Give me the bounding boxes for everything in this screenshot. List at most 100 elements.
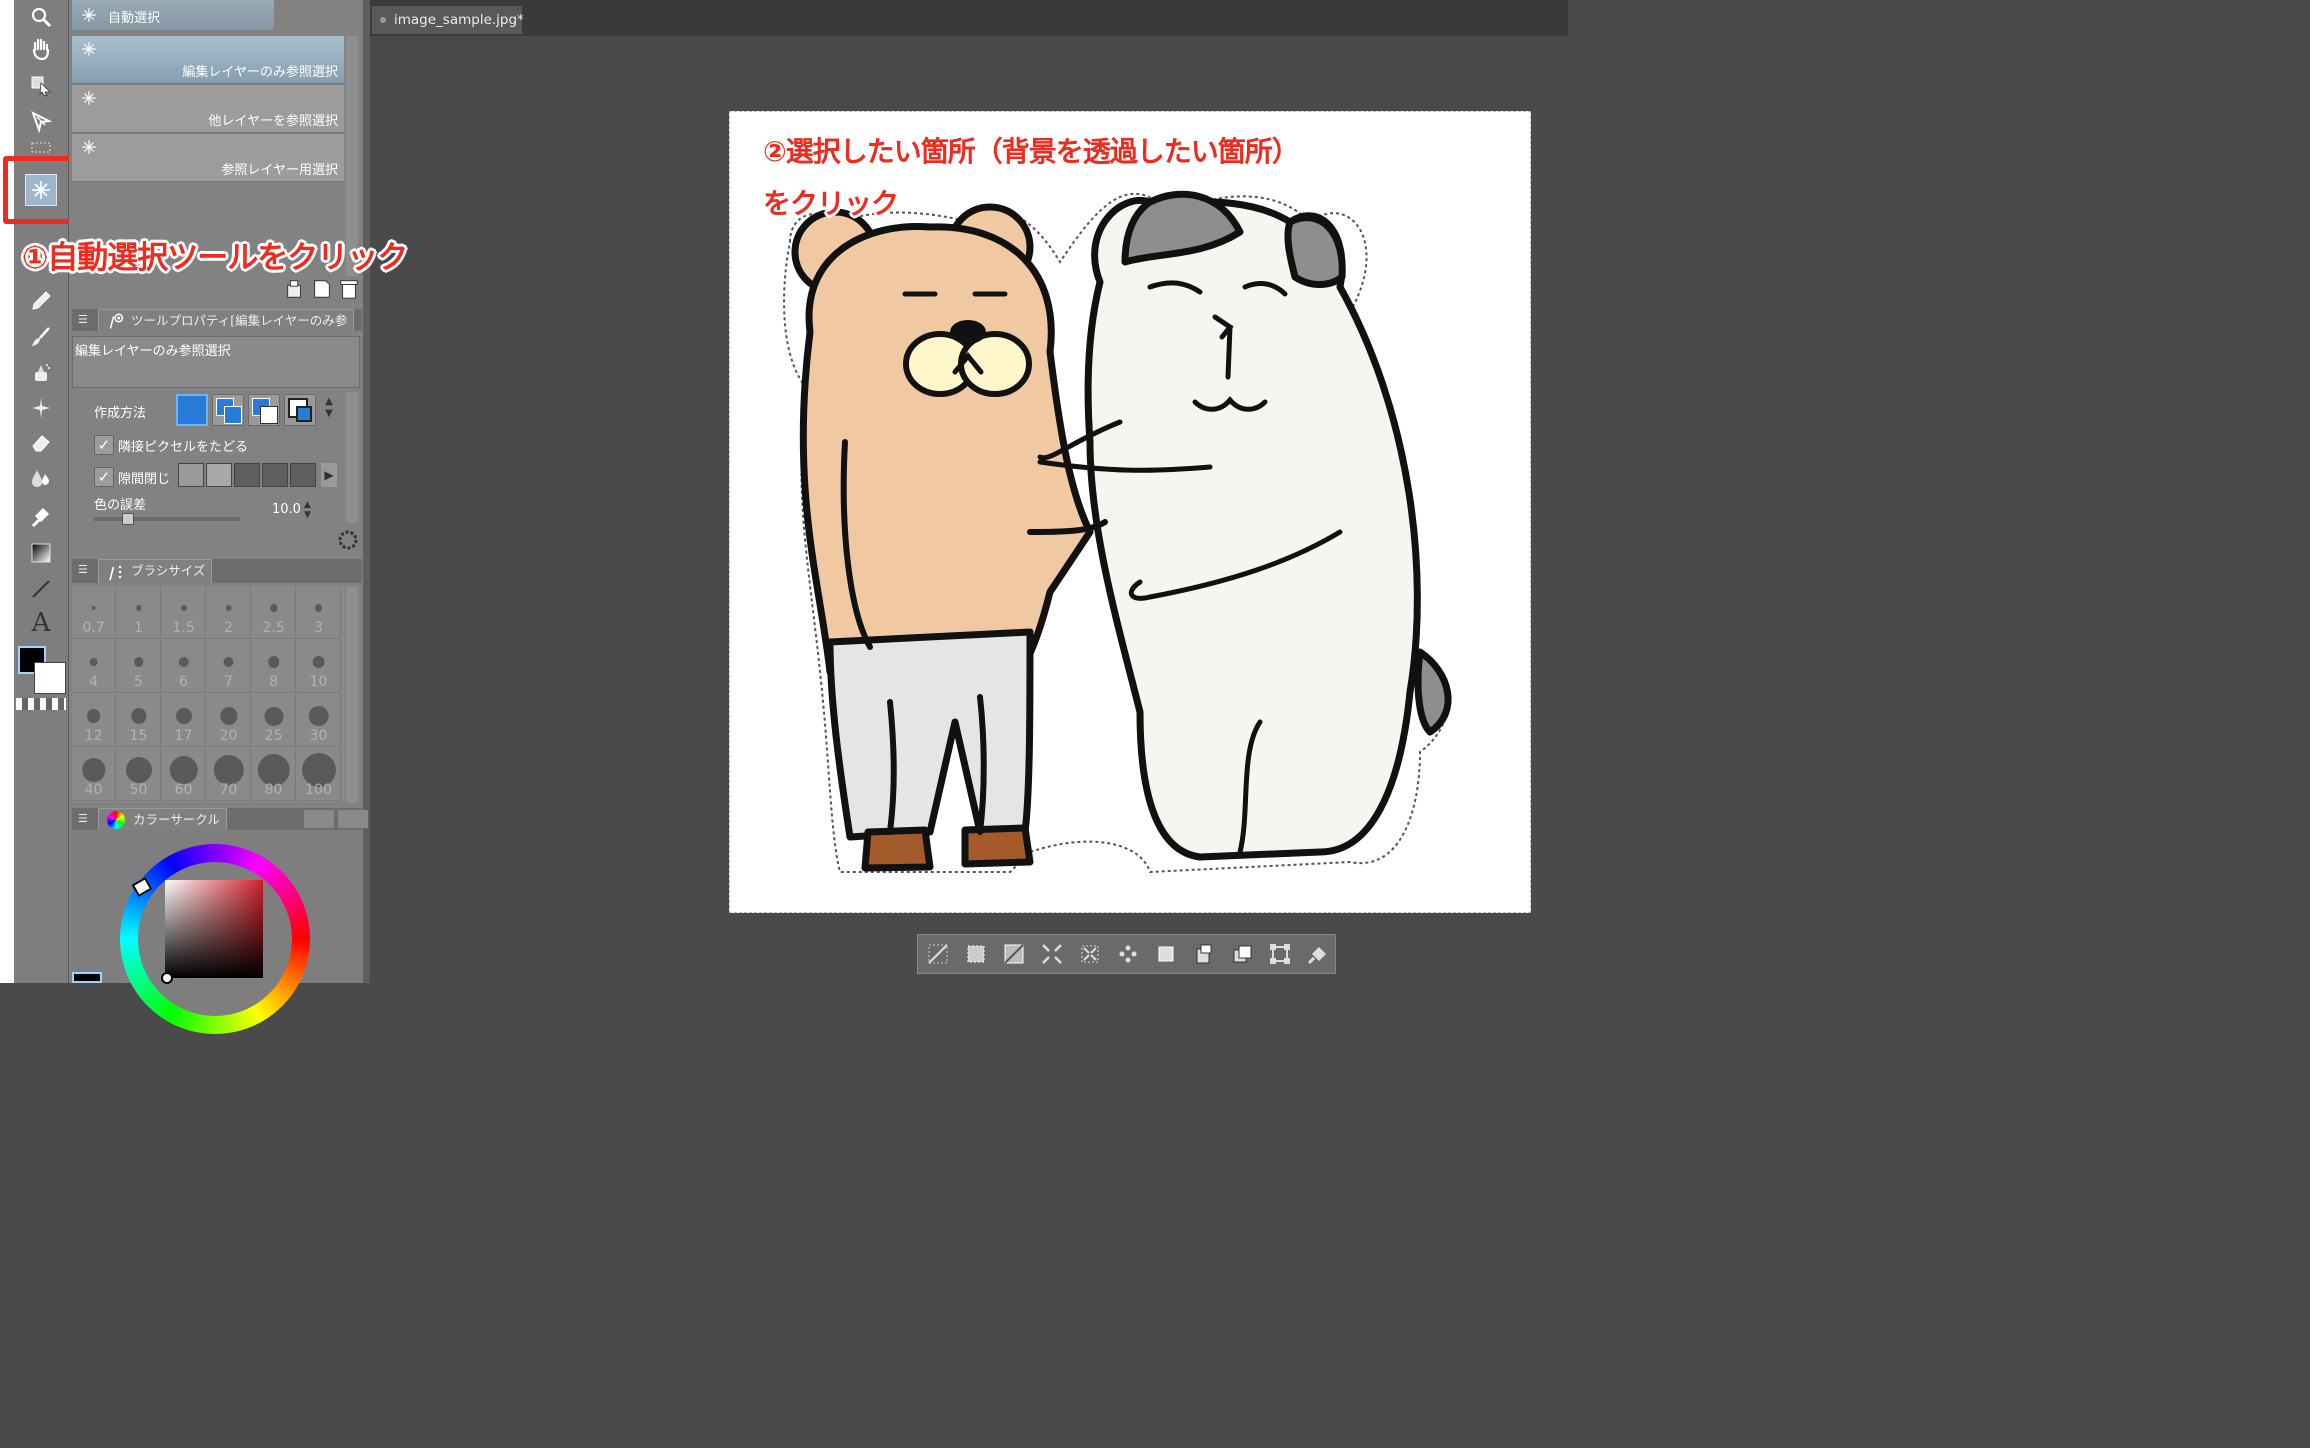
brush-size-cell[interactable]: 20 bbox=[207, 694, 251, 747]
hand-tool-icon[interactable] bbox=[26, 34, 56, 64]
selection-tool-icon[interactable] bbox=[26, 140, 56, 154]
brush-size-cell[interactable]: 7 bbox=[207, 640, 251, 693]
figure-tool-icon[interactable] bbox=[26, 574, 56, 604]
color-circle-tab[interactable]: カラーサークル bbox=[98, 808, 227, 830]
brush-size-preview bbox=[180, 604, 187, 612]
color-picker-marker[interactable] bbox=[161, 972, 173, 984]
subtract-selection-button[interactable] bbox=[248, 394, 280, 426]
subtool-item-reference-layer[interactable]: 参照レイヤー用選択 bbox=[72, 134, 344, 182]
close-gap-level-4[interactable] bbox=[262, 463, 288, 487]
subtool-group-tab[interactable]: 自動選択 bbox=[72, 0, 274, 30]
close-gap-label: 隙間閉じ bbox=[118, 472, 171, 487]
sub-color-swatch[interactable] bbox=[34, 662, 66, 694]
color-tolerance-stepper-icon[interactable]: ▲ ▼ bbox=[304, 500, 311, 520]
mini-color-swatch[interactable] bbox=[72, 972, 102, 983]
brush-size-cell[interactable]: 15 bbox=[117, 694, 161, 747]
brush-size-cell[interactable]: 0.7 bbox=[72, 586, 116, 639]
brush-size-cell[interactable]: 6 bbox=[162, 640, 206, 693]
zoom-tool-icon[interactable] bbox=[26, 2, 56, 32]
pen-tool-icon[interactable] bbox=[26, 286, 56, 316]
brush-size-cell[interactable]: 2 bbox=[207, 586, 251, 639]
brush-size-cell[interactable]: 30 bbox=[297, 694, 341, 747]
brush-size-cell[interactable]: 3 bbox=[297, 586, 341, 639]
color-tolerance-value[interactable]: 10.0 bbox=[272, 502, 301, 517]
brush-size-scrollbar[interactable] bbox=[346, 586, 358, 802]
expand-selection-icon[interactable] bbox=[1040, 942, 1064, 966]
close-gap-next-icon[interactable]: ▶ bbox=[321, 463, 337, 487]
brush-size-cell[interactable]: 2.5 bbox=[252, 586, 296, 639]
brush-size-value: 100 bbox=[305, 782, 332, 798]
decoration-tool-icon[interactable] bbox=[26, 393, 56, 423]
tool-palette: A bbox=[14, 0, 69, 983]
brush-size-tab[interactable]: ブラシサイズ bbox=[98, 559, 213, 583]
fill-bucket-selection-icon[interactable] bbox=[1306, 942, 1330, 966]
creation-method-stepper-icon[interactable]: ▲ ▼ bbox=[322, 396, 336, 424]
gradient-tool-icon[interactable] bbox=[26, 538, 56, 568]
close-gap-level-1[interactable] bbox=[178, 463, 204, 487]
add-selection-button[interactable] bbox=[212, 394, 244, 426]
shrink-selection-icon[interactable] bbox=[1078, 942, 1102, 966]
brush-size-cell[interactable]: 60 bbox=[162, 748, 206, 801]
brush-size-cell[interactable]: 4 bbox=[72, 640, 116, 693]
follow-adjacent-checkbox[interactable]: ✓ bbox=[94, 435, 114, 455]
brush-size-cell[interactable]: 1 bbox=[117, 586, 161, 639]
color-tolerance-slider-thumb[interactable] bbox=[122, 513, 134, 525]
subtool-item-other-layer[interactable]: 他レイヤーを参照選択 bbox=[72, 85, 344, 133]
blend-tool-icon[interactable] bbox=[26, 463, 56, 493]
new-selection-button[interactable] bbox=[176, 394, 208, 426]
fill-tool-icon[interactable] bbox=[26, 503, 56, 533]
brush-size-cell[interactable]: 40 bbox=[72, 748, 116, 801]
brush-size-cell[interactable]: 100 bbox=[297, 748, 341, 801]
invert-selection-icon[interactable] bbox=[1002, 942, 1026, 966]
delete-subtool-icon[interactable] bbox=[338, 278, 360, 300]
panel-menu-icon[interactable]: ☰ bbox=[78, 309, 88, 331]
close-gap-level-2[interactable] bbox=[206, 463, 232, 487]
brush-size-cell[interactable]: 25 bbox=[252, 694, 296, 747]
fill-selection-icon[interactable] bbox=[1154, 942, 1178, 966]
panel-divider[interactable] bbox=[363, 0, 370, 983]
saturation-value-square[interactable] bbox=[165, 880, 263, 978]
brush-size-cell[interactable]: 80 bbox=[252, 748, 296, 801]
subtool-settings-icon[interactable] bbox=[284, 278, 306, 300]
brush-size-cell[interactable]: 1.5 bbox=[162, 586, 206, 639]
canvas[interactable] bbox=[729, 111, 1531, 913]
document-tab-title: image_sample.jpg* bbox=[394, 12, 524, 28]
brush-size-cell[interactable]: 50 bbox=[117, 748, 161, 801]
close-gap-checkbox[interactable]: ✓ bbox=[94, 467, 114, 487]
tool-property-scrollbar[interactable] bbox=[346, 392, 358, 522]
copy-subtool-icon[interactable] bbox=[311, 278, 333, 300]
brush-tool-icon[interactable] bbox=[26, 322, 56, 352]
detail-settings-icon[interactable] bbox=[336, 528, 360, 552]
subtool-item-edit-layer-only[interactable]: 編集レイヤーのみ参照選択 bbox=[72, 36, 344, 84]
copy-paste-icon[interactable] bbox=[1192, 942, 1216, 966]
airbrush-tool-icon[interactable] bbox=[26, 357, 56, 387]
brush-size-cell[interactable]: 70 bbox=[207, 748, 251, 801]
move-layer-tool-icon[interactable] bbox=[26, 106, 56, 136]
color-set-tab-icon[interactable] bbox=[338, 810, 368, 828]
new-layer-from-selection-icon[interactable] bbox=[1230, 942, 1254, 966]
brush-size-cell[interactable]: 8 bbox=[252, 640, 296, 693]
brush-size-cell[interactable]: 10 bbox=[297, 640, 341, 693]
brush-size-cell[interactable]: 5 bbox=[117, 640, 161, 693]
close-gap-level-5[interactable] bbox=[290, 463, 316, 487]
panel-menu-icon[interactable]: ☰ bbox=[78, 559, 88, 581]
tool-property-tab[interactable]: ツールプロパティ[編集レイヤーのみ参 bbox=[98, 309, 355, 331]
panel-menu-icon[interactable]: ☰ bbox=[78, 808, 88, 830]
color-tolerance-slider[interactable] bbox=[94, 517, 240, 521]
close-gap-level-3[interactable] bbox=[234, 463, 260, 487]
deselect-icon[interactable] bbox=[926, 942, 950, 966]
transparent-color-swatch[interactable] bbox=[16, 698, 66, 710]
intersect-selection-button[interactable] bbox=[284, 394, 316, 426]
crop-icon[interactable] bbox=[964, 942, 988, 966]
document-tab[interactable]: image_sample.jpg* bbox=[372, 6, 524, 34]
selection-dots-icon[interactable] bbox=[1116, 942, 1140, 966]
color-slider-tab-icon[interactable] bbox=[304, 810, 334, 828]
brush-size-cell[interactable]: 12 bbox=[72, 694, 116, 747]
brush-size-cell[interactable]: 17 bbox=[162, 694, 206, 747]
text-tool-icon[interactable]: A bbox=[26, 608, 56, 638]
transform-icon[interactable] bbox=[1268, 942, 1292, 966]
close-tab-icon[interactable] bbox=[380, 17, 386, 23]
eraser-tool-icon[interactable] bbox=[26, 428, 56, 458]
operation-tool-icon[interactable] bbox=[26, 70, 56, 100]
brush-size-preview bbox=[223, 656, 234, 668]
